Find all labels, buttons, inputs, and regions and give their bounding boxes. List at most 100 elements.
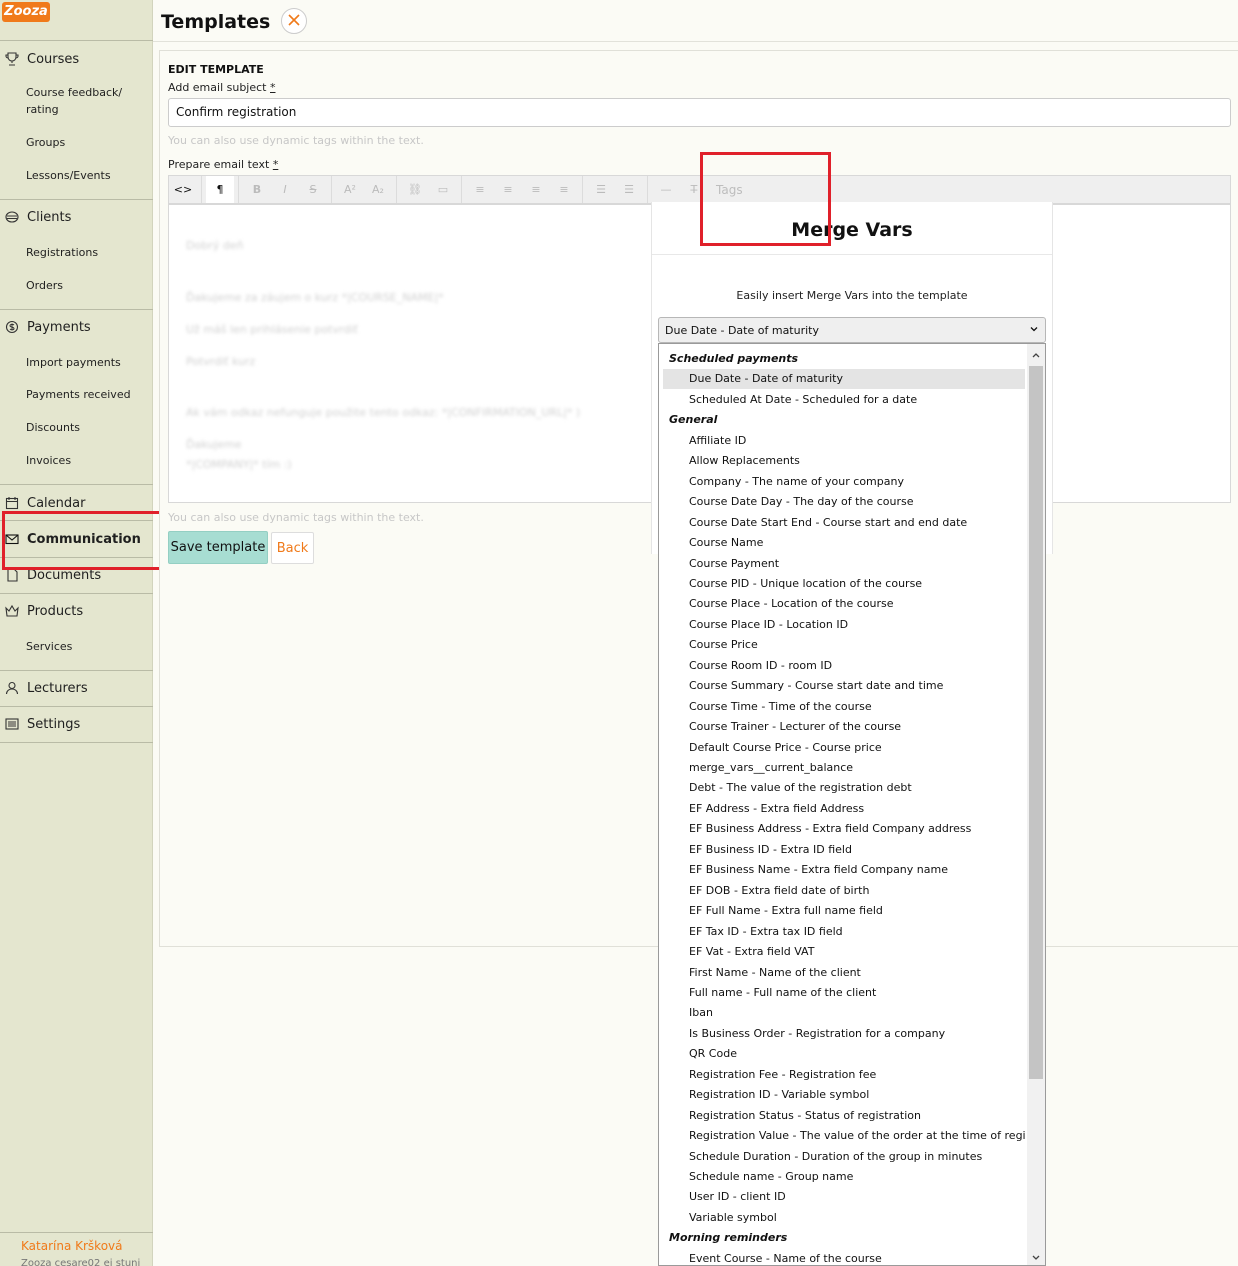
- sidebar-item-payments-received[interactable]: Payments received: [26, 386, 146, 403]
- strikethrough-button[interactable]: S: [299, 176, 327, 203]
- merge-var-option[interactable]: Course Date Day - The day of the course: [663, 492, 1025, 512]
- merge-var-option[interactable]: EF Vat - Extra field VAT: [663, 942, 1025, 962]
- merge-var-option[interactable]: Affiliate ID: [663, 431, 1025, 451]
- align-center-button[interactable]: ≡: [494, 176, 522, 203]
- sidebar-item-settings[interactable]: Settings: [0, 713, 153, 735]
- sidebar-item-groups[interactable]: Groups: [26, 134, 146, 151]
- save-template-button[interactable]: Save template: [168, 531, 268, 564]
- scrollbar-thumb[interactable]: [1029, 366, 1043, 1079]
- sidebar-item-courses[interactable]: Courses: [0, 48, 153, 70]
- sidebar-item-products[interactable]: Products: [0, 600, 153, 622]
- merge-var-option[interactable]: Debt - The value of the registration deb…: [663, 778, 1025, 798]
- user-icon: [5, 681, 19, 695]
- user-subtitle: Zooza cesare02 ej stuni: [21, 1258, 141, 1266]
- editor-line: Ak vám odkaz nefunguje použite tento odk…: [186, 406, 581, 419]
- merge-var-option[interactable]: User ID - client ID: [663, 1187, 1025, 1207]
- sidebar-item-course-feedback[interactable]: Course feedback/ rating: [26, 84, 146, 118]
- scroll-up-icon[interactable]: [1027, 346, 1045, 364]
- merge-var-option[interactable]: Scheduled At Date - Scheduled for a date: [663, 390, 1025, 410]
- merge-var-option[interactable]: Course Trainer - Lecturer of the course: [663, 717, 1025, 737]
- page-title: Templates: [161, 11, 271, 33]
- sidebar-item-services[interactable]: Services: [26, 638, 146, 655]
- text-label: Prepare email text *: [168, 158, 278, 171]
- image-button[interactable]: ▭: [429, 176, 457, 203]
- merge-var-option[interactable]: Allow Replacements: [663, 451, 1025, 471]
- merge-vars-select[interactable]: Due Date - Date of maturity: [658, 317, 1046, 343]
- merge-var-option[interactable]: Registration Value - The value of the or…: [663, 1126, 1025, 1146]
- merge-var-option[interactable]: Course Payment: [663, 554, 1025, 574]
- numbered-list-button[interactable]: ☰: [615, 176, 643, 203]
- merge-var-option[interactable]: Course Place ID - Location ID: [663, 615, 1025, 635]
- merge-var-option[interactable]: merge_vars__current_balance: [663, 758, 1025, 778]
- merge-var-option[interactable]: Course Place - Location of the course: [663, 594, 1025, 614]
- italic-button[interactable]: I: [271, 176, 299, 203]
- merge-var-option[interactable]: Course PID - Unique location of the cour…: [663, 574, 1025, 594]
- merge-var-option[interactable]: Course Summary - Course start date and t…: [663, 676, 1025, 696]
- merge-var-option[interactable]: Course Name: [663, 533, 1025, 553]
- justify-button[interactable]: ≡: [550, 176, 578, 203]
- sidebar-item-orders[interactable]: Orders: [26, 277, 146, 294]
- align-center-icon: ≡: [503, 183, 513, 196]
- merge-var-option[interactable]: Full name - Full name of the client: [663, 983, 1025, 1003]
- merge-var-option[interactable]: Course Time - Time of the course: [663, 697, 1025, 717]
- merge-var-option[interactable]: Schedule Duration - Duration of the grou…: [663, 1147, 1025, 1167]
- scrollbar[interactable]: [1027, 344, 1045, 1265]
- user-name[interactable]: Katarína Kršková: [21, 1239, 122, 1253]
- sidebar-item-discounts[interactable]: Discounts: [26, 419, 146, 436]
- merge-var-option[interactable]: Event Course - Name of the course: [663, 1249, 1025, 1265]
- back-button[interactable]: Back: [271, 532, 314, 564]
- subscript-button[interactable]: A₂: [364, 176, 392, 203]
- align-left-button[interactable]: ≡: [466, 176, 494, 203]
- superscript-button[interactable]: A²: [336, 176, 364, 203]
- toolbar-separator: [647, 176, 648, 203]
- merge-var-option[interactable]: EF Business ID - Extra ID field: [663, 840, 1025, 860]
- merge-var-option[interactable]: Iban: [663, 1003, 1025, 1023]
- merge-var-option[interactable]: Course Room ID - room ID: [663, 656, 1025, 676]
- merge-var-option[interactable]: Course Date Start End - Course start and…: [663, 513, 1025, 533]
- merge-var-option[interactable]: QR Code: [663, 1044, 1025, 1064]
- email-subject-input[interactable]: Confirm registration: [168, 98, 1231, 127]
- merge-vars-dropdown[interactable]: Event Course - Name of the course Morning…: [658, 343, 1046, 1266]
- divider: [0, 40, 153, 41]
- merge-var-option[interactable]: First Name - Name of the client: [663, 963, 1025, 983]
- sidebar-item-registrations[interactable]: Registrations: [26, 244, 146, 261]
- merge-var-option[interactable]: EF Tax ID - Extra tax ID field: [663, 922, 1025, 942]
- divider: [0, 593, 153, 594]
- merge-var-option[interactable]: Variable symbol: [663, 1208, 1025, 1228]
- merge-var-option[interactable]: EF DOB - Extra field date of birth: [663, 881, 1025, 901]
- merge-var-option[interactable]: Registration ID - Variable symbol: [663, 1085, 1025, 1105]
- merge-var-option[interactable]: EF Business Address - Extra field Compan…: [663, 819, 1025, 839]
- code-view-button[interactable]: <>: [169, 176, 197, 203]
- image-icon: ▭: [437, 183, 449, 196]
- sidebar-item-import-payments[interactable]: Import payments: [26, 354, 146, 371]
- align-right-button[interactable]: ≡: [522, 176, 550, 203]
- scroll-down-icon[interactable]: [1027, 1249, 1045, 1265]
- align-left-icon: ≡: [475, 183, 485, 196]
- zooza-logo[interactable]: Zooza: [2, 2, 50, 22]
- section-title: EDIT TEMPLATE: [168, 63, 264, 76]
- close-button[interactable]: [281, 8, 307, 34]
- sidebar-item-clients[interactable]: Clients: [0, 206, 153, 228]
- merge-var-option[interactable]: EF Address - Extra field Address: [663, 799, 1025, 819]
- editor-line: Dobrý deň: [186, 239, 244, 252]
- sidebar-item-payments[interactable]: Payments: [0, 316, 153, 338]
- sidebar-item-lecturers[interactable]: Lecturers: [0, 677, 153, 699]
- divider: [0, 1232, 153, 1233]
- merge-var-option[interactable]: Registration Fee - Registration fee: [663, 1065, 1025, 1085]
- paragraph-button[interactable]: ¶: [206, 176, 234, 203]
- merge-var-option[interactable]: Due Date - Date of maturity: [663, 369, 1025, 390]
- horizontal-rule-button[interactable]: —: [652, 176, 680, 203]
- merge-var-option[interactable]: Schedule name - Group name: [663, 1167, 1025, 1187]
- sidebar-item-lessons-events[interactable]: Lessons/Events: [26, 167, 146, 184]
- bullet-list-button[interactable]: ☰: [587, 176, 615, 203]
- sidebar-item-invoices[interactable]: Invoices: [26, 452, 146, 469]
- merge-var-option[interactable]: Course Price: [663, 635, 1025, 655]
- link-button[interactable]: ⛓: [401, 176, 429, 203]
- merge-var-option[interactable]: Is Business Order - Registration for a c…: [663, 1024, 1025, 1044]
- bold-button[interactable]: B: [243, 176, 271, 203]
- merge-var-option[interactable]: Default Course Price - Course price: [663, 738, 1025, 758]
- merge-var-option[interactable]: Company - The name of your company: [663, 472, 1025, 492]
- merge-var-option[interactable]: Registration Status - Status of registra…: [663, 1106, 1025, 1126]
- merge-var-option[interactable]: EF Business Name - Extra field Company n…: [663, 860, 1025, 880]
- merge-var-option[interactable]: EF Full Name - Extra full name field: [663, 901, 1025, 921]
